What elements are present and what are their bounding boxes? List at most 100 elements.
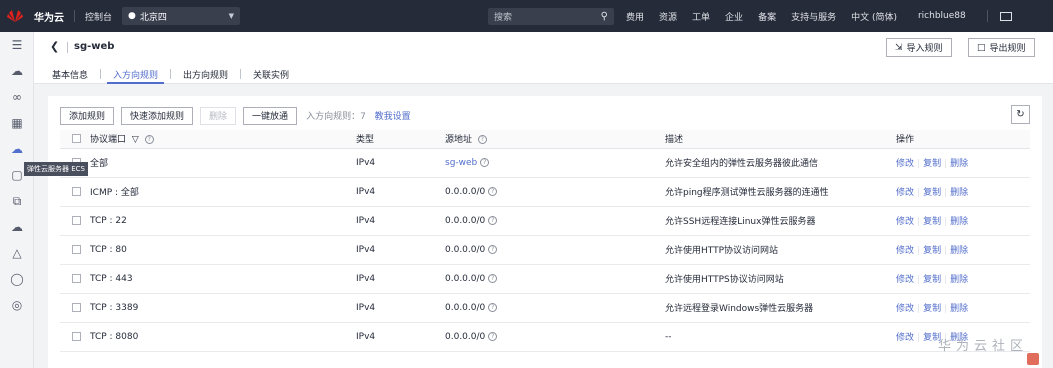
- user-account[interactable]: richblue88: [918, 11, 966, 21]
- alert-icon[interactable]: △: [0, 240, 34, 266]
- modify-link[interactable]: 修改: [896, 304, 914, 314]
- ecs-icon[interactable]: ☁: [0, 136, 34, 162]
- refresh-icon[interactable]: ↻: [1011, 105, 1030, 124]
- building-icon[interactable]: ▦: [0, 110, 34, 136]
- select-all-checkbox[interactable]: [72, 133, 81, 143]
- tab-associated-instances[interactable]: 关联实例: [241, 64, 301, 84]
- copy-link[interactable]: 复制: [923, 246, 941, 256]
- export-icon: □: [977, 42, 986, 53]
- cell-protocol: TCP : 443: [90, 264, 356, 294]
- table-row: TCP : 443 IPv4 0.0.0.0/0? 允许使用HTTPS协议访问网站 修改…: [60, 264, 1030, 294]
- back-arrow-icon[interactable]: ❮: [50, 40, 59, 53]
- delete-link[interactable]: 删除: [950, 275, 968, 285]
- nav-icp[interactable]: 备案: [758, 10, 776, 23]
- globe-icon[interactable]: ◯: [0, 266, 34, 292]
- table-row: TCP : 3389 IPv4 0.0.0.0/0? 允许远程登录Windows弹性云…: [60, 293, 1030, 323]
- huawei-logo-icon[interactable]: [0, 0, 30, 32]
- cell-actions: 修改 | 复制 | 删除: [896, 264, 1030, 294]
- row-checkbox[interactable]: [72, 273, 81, 283]
- help-icon[interactable]: ?: [480, 157, 490, 167]
- copy-link[interactable]: 复制: [923, 188, 941, 198]
- help-icon[interactable]: ?: [488, 244, 498, 254]
- cloud-outline-icon[interactable]: ☁: [0, 214, 34, 240]
- modify-link[interactable]: 修改: [896, 188, 914, 198]
- help-icon[interactable]: ?: [488, 215, 498, 225]
- console-link[interactable]: 控制台: [85, 10, 112, 23]
- cell-protocol: TCP : 8080: [90, 322, 356, 352]
- copy-link[interactable]: 复制: [923, 159, 941, 169]
- help-icon[interactable]: ?: [477, 135, 487, 145]
- delete-link[interactable]: 删除: [950, 304, 968, 314]
- search-placeholder: 搜索: [494, 13, 513, 23]
- target-icon[interactable]: ◎: [0, 292, 34, 318]
- allow-all-button[interactable]: 一键放通: [243, 106, 298, 125]
- nav-resources[interactable]: 资源: [659, 10, 677, 23]
- header-protocol: 协议端口 ▽ ?: [90, 130, 356, 149]
- tab-outbound-rules[interactable]: 出方向规则: [171, 64, 240, 84]
- copy-link[interactable]: 复制: [923, 304, 941, 314]
- nav-billing[interactable]: 费用: [626, 10, 644, 23]
- nav-support[interactable]: 支持与服务: [791, 10, 836, 23]
- tab-inbound-rules[interactable]: 入方向规则: [101, 64, 170, 84]
- delete-link[interactable]: 删除: [950, 159, 968, 169]
- export-rules-button[interactable]: □ 导出规则: [968, 38, 1035, 57]
- inbound-rules-table: 协议端口 ▽ ? 类型 源地址 ? 描述 操作 全部 IPv4 sg-web? 允许安…: [60, 130, 1030, 352]
- help-icon[interactable]: ?: [488, 273, 498, 283]
- copy-icon[interactable]: ⧉: [0, 188, 34, 214]
- tab-basic-info[interactable]: 基本信息: [52, 64, 100, 84]
- row-checkbox[interactable]: [72, 331, 81, 341]
- table-row: 全部 IPv4 sg-web? 允许安全组内的弹性云服务器彼此通信 修改 | 复制 | 删除: [60, 148, 1030, 178]
- help-icon[interactable]: ?: [144, 135, 154, 145]
- brand-name[interactable]: 华为云: [34, 9, 64, 24]
- divider: [74, 10, 75, 22]
- delete-link[interactable]: 删除: [950, 188, 968, 198]
- modify-link[interactable]: 修改: [896, 275, 914, 285]
- delete-button[interactable]: 删除: [200, 106, 237, 125]
- divider: [67, 42, 68, 53]
- search-input[interactable]: 搜索 ⚲: [488, 8, 614, 25]
- cell-protocol: TCP : 80: [90, 235, 356, 265]
- quick-add-rule-button[interactable]: 快速添加规则: [121, 106, 194, 125]
- mail-icon[interactable]: [999, 11, 1012, 21]
- cloud-icon[interactable]: ☁: [0, 58, 34, 84]
- cell-protocol: ICMP : 全部: [90, 177, 356, 207]
- cell-protocol: 全部: [90, 148, 356, 178]
- cell-type: IPv4: [356, 264, 445, 294]
- import-rules-button[interactable]: ⇲ 导入规则: [886, 38, 952, 57]
- source-value: 0.0.0.0/0: [445, 215, 486, 226]
- help-icon[interactable]: ?: [488, 186, 498, 196]
- row-checkbox[interactable]: [72, 186, 81, 196]
- delete-link[interactable]: 删除: [950, 217, 968, 227]
- cell-source: 0.0.0.0/0?: [445, 264, 665, 294]
- help-icon[interactable]: ?: [488, 302, 498, 312]
- row-checkbox[interactable]: [72, 244, 81, 254]
- filter-icon[interactable]: ▽: [132, 135, 139, 145]
- modify-link[interactable]: 修改: [896, 333, 914, 343]
- import-label: 导入规则: [906, 44, 943, 54]
- nav-tickets[interactable]: 工单: [692, 10, 710, 23]
- search-icon[interactable]: ⚲: [601, 11, 608, 22]
- delete-link[interactable]: 删除: [950, 246, 968, 256]
- modify-link[interactable]: 修改: [896, 159, 914, 169]
- modify-link[interactable]: 修改: [896, 217, 914, 227]
- modify-link[interactable]: 修改: [896, 246, 914, 256]
- copy-link[interactable]: 复制: [923, 217, 941, 227]
- divider: |: [917, 217, 921, 227]
- region-selector[interactable]: ● 北京四 ▼: [122, 7, 241, 25]
- row-checkbox[interactable]: [72, 302, 81, 312]
- watermark: 华为云社区: [937, 339, 1028, 354]
- menu-icon[interactable]: ☰: [0, 32, 34, 58]
- row-checkbox-cell: [60, 206, 90, 236]
- tutorial-link[interactable]: 教我设置: [375, 112, 411, 122]
- nav-enterprise[interactable]: 企业: [725, 10, 743, 23]
- header-checkbox-cell: [60, 130, 90, 149]
- export-label: 导出规则: [989, 44, 1026, 54]
- row-checkbox[interactable]: [72, 215, 81, 225]
- feedback-icon[interactable]: [1027, 353, 1039, 365]
- copy-link[interactable]: 复制: [923, 275, 941, 285]
- nodes-icon[interactable]: ∞: [0, 84, 34, 110]
- source-value[interactable]: sg-web: [445, 158, 477, 168]
- help-icon[interactable]: ?: [488, 331, 498, 341]
- add-rule-button[interactable]: 添加规则: [60, 106, 115, 125]
- nav-language[interactable]: 中文 (简体): [851, 10, 897, 23]
